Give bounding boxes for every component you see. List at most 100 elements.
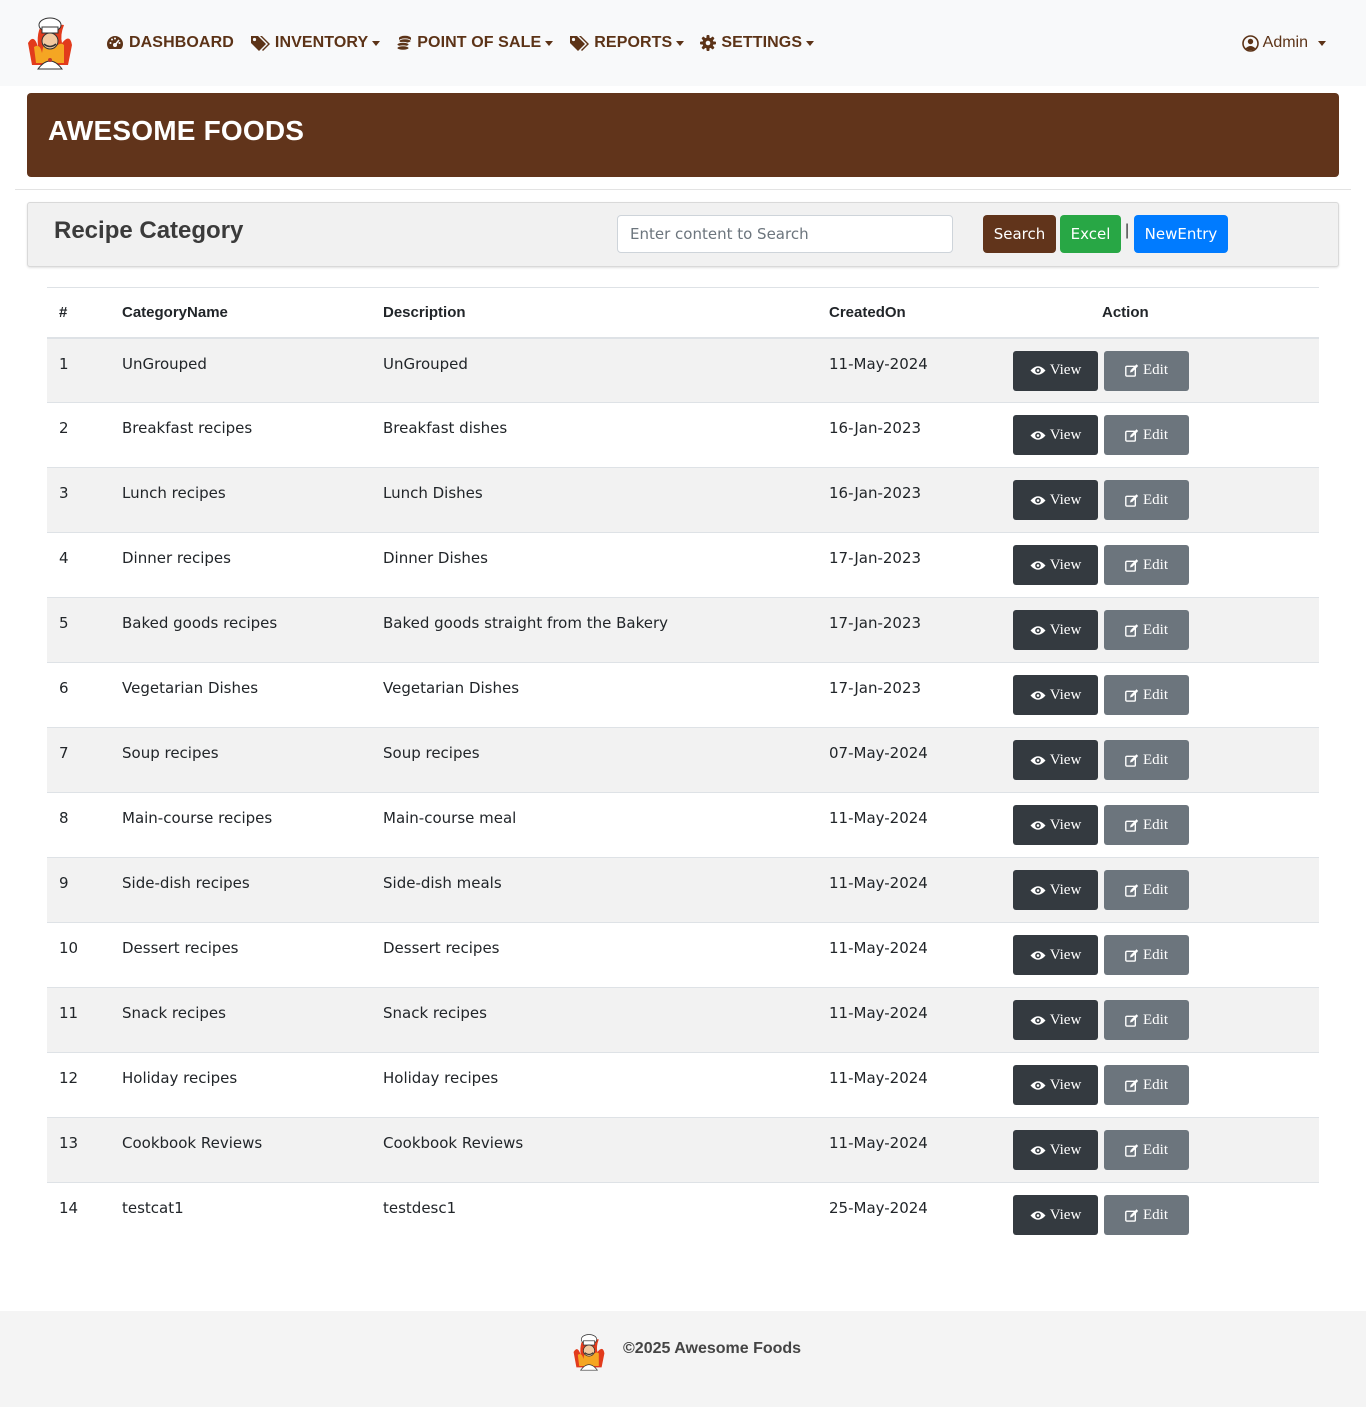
- cell-category-name: Snack recipes: [122, 1004, 226, 1022]
- page-toolbar: Recipe Category Search Excel | NewEntry: [27, 202, 1339, 267]
- cell-created-on: 16-Jan-2023: [829, 484, 922, 502]
- toolbar-separator: |: [1125, 222, 1130, 239]
- cell-description: UnGrouped: [383, 354, 468, 373]
- view-button[interactable]: View: [1013, 545, 1098, 585]
- edit-button[interactable]: Edit: [1104, 740, 1189, 780]
- edit-button[interactable]: Edit: [1104, 415, 1189, 455]
- edit-pencil-icon: [1125, 688, 1139, 702]
- chevron-down-icon: [806, 40, 815, 46]
- cell-description: Holiday recipes: [383, 1069, 499, 1087]
- view-button[interactable]: View: [1013, 415, 1098, 455]
- cell-description: Baked goods straight from the Bakery: [383, 614, 668, 632]
- edit-button[interactable]: Edit: [1104, 545, 1189, 585]
- cell-number: 7: [59, 744, 69, 762]
- edit-button[interactable]: Edit: [1104, 1065, 1189, 1105]
- edit-button[interactable]: Edit: [1104, 1000, 1189, 1040]
- cell-created-on: 17-Jan-2023: [829, 614, 922, 632]
- view-button[interactable]: View: [1013, 1130, 1098, 1170]
- view-button[interactable]: View: [1013, 870, 1098, 910]
- view-button[interactable]: View: [1013, 480, 1098, 520]
- edit-pencil-icon: [1125, 1143, 1139, 1157]
- cell-description: Lunch Dishes: [383, 484, 483, 502]
- column-header-description: Description: [383, 303, 466, 321]
- cell-category-name: Baked goods recipes: [122, 614, 278, 632]
- main-nav: DASHBOARD INVENTORY POINT OF SALE REPORT…: [106, 0, 830, 86]
- cell-number: 10: [59, 939, 79, 957]
- view-button[interactable]: View: [1013, 1195, 1098, 1235]
- view-button[interactable]: View: [1013, 805, 1098, 845]
- eye-icon: [1030, 560, 1046, 570]
- search-button[interactable]: Search: [983, 215, 1056, 253]
- edit-button-label: Edit: [1143, 946, 1168, 963]
- nav-settings[interactable]: SETTINGS: [700, 34, 815, 52]
- eye-icon: [1030, 820, 1046, 830]
- cell-created-on: 17-Jan-2023: [829, 549, 922, 567]
- edit-button[interactable]: Edit: [1104, 1130, 1189, 1170]
- edit-pencil-icon: [1125, 948, 1139, 962]
- cell-created-on: 16-Jan-2023: [829, 419, 922, 437]
- eye-icon: [1030, 366, 1046, 375]
- edit-button[interactable]: Edit: [1104, 870, 1189, 910]
- cell-number: 4: [59, 549, 69, 567]
- nav-dashboard-label: DASHBOARD: [129, 34, 234, 51]
- chef-logo-icon[interactable]: [24, 13, 76, 73]
- view-button-label: View: [1049, 1076, 1082, 1093]
- cell-category-name: Holiday recipes: [122, 1069, 238, 1087]
- cell-action: View Edit: [1013, 923, 1319, 988]
- table-row: 14 testcat1 testdesc1 25-May-2024 View E…: [47, 1182, 1319, 1248]
- chevron-down-icon: [545, 40, 554, 46]
- nav-settings-label: SETTINGS: [721, 34, 803, 51]
- cell-action: View Edit: [1013, 338, 1319, 403]
- table-row: 6 Vegetarian Dishes Vegetarian Dishes 17…: [47, 662, 1319, 728]
- view-button[interactable]: View: [1013, 935, 1098, 975]
- edit-button[interactable]: Edit: [1104, 610, 1189, 650]
- cell-action: View Edit: [1013, 1053, 1319, 1118]
- cell-action: View Edit: [1013, 598, 1319, 663]
- cell-number: 2: [59, 419, 69, 437]
- edit-button[interactable]: Edit: [1104, 350, 1189, 391]
- edit-button-label: Edit: [1143, 621, 1168, 638]
- edit-button[interactable]: Edit: [1104, 480, 1189, 520]
- eye-icon: [1030, 950, 1046, 960]
- view-button[interactable]: View: [1013, 1000, 1098, 1040]
- edit-button[interactable]: Edit: [1104, 935, 1189, 975]
- edit-button-label: Edit: [1143, 686, 1168, 703]
- page-footer: ©2025 Awesome Foods: [0, 1311, 1366, 1407]
- new-entry-button[interactable]: NewEntry: [1134, 215, 1228, 253]
- cell-category-name: testcat1: [122, 1199, 184, 1217]
- banner-title: AWESOME FOODS: [48, 115, 305, 146]
- edit-button[interactable]: Edit: [1104, 1195, 1189, 1235]
- view-button[interactable]: View: [1013, 610, 1098, 650]
- view-button-label: View: [1049, 362, 1082, 378]
- cell-number: 14: [59, 1199, 79, 1217]
- search-input[interactable]: [617, 215, 953, 253]
- user-circle-icon: [1241, 34, 1259, 52]
- nav-reports-label: REPORTS: [594, 34, 673, 51]
- view-button-label: View: [1049, 621, 1082, 638]
- cell-number: 1: [59, 354, 69, 373]
- view-button[interactable]: View: [1013, 675, 1098, 715]
- cell-number: 6: [59, 679, 69, 697]
- view-button[interactable]: View: [1013, 350, 1098, 391]
- view-button[interactable]: View: [1013, 1065, 1098, 1105]
- tags-icon: [250, 36, 270, 51]
- view-button[interactable]: View: [1013, 740, 1098, 780]
- nav-inventory[interactable]: INVENTORY: [250, 34, 381, 52]
- edit-button[interactable]: Edit: [1104, 675, 1189, 715]
- edit-button-label: Edit: [1143, 1011, 1168, 1028]
- column-header-category-name: CategoryName: [122, 303, 228, 321]
- cell-created-on: 11-May-2024: [829, 874, 928, 892]
- cell-category-name: Cookbook Reviews: [122, 1134, 263, 1152]
- edit-button[interactable]: Edit: [1104, 805, 1189, 845]
- cell-action: View Edit: [1013, 1118, 1319, 1183]
- excel-export-button[interactable]: Excel: [1060, 215, 1121, 253]
- recipe-category-table: # CategoryName Description CreatedOn Act…: [47, 287, 1319, 1248]
- edit-pencil-icon: [1125, 623, 1139, 637]
- user-menu[interactable]: Admin: [1241, 0, 1326, 86]
- gear-icon: [700, 35, 717, 51]
- nav-reports[interactable]: REPORTS: [569, 34, 685, 52]
- cell-number: 3: [59, 484, 69, 502]
- edit-button-label: Edit: [1143, 816, 1168, 833]
- nav-point-of-sale[interactable]: POINT OF SALE: [396, 34, 554, 52]
- nav-dashboard[interactable]: DASHBOARD: [106, 34, 234, 52]
